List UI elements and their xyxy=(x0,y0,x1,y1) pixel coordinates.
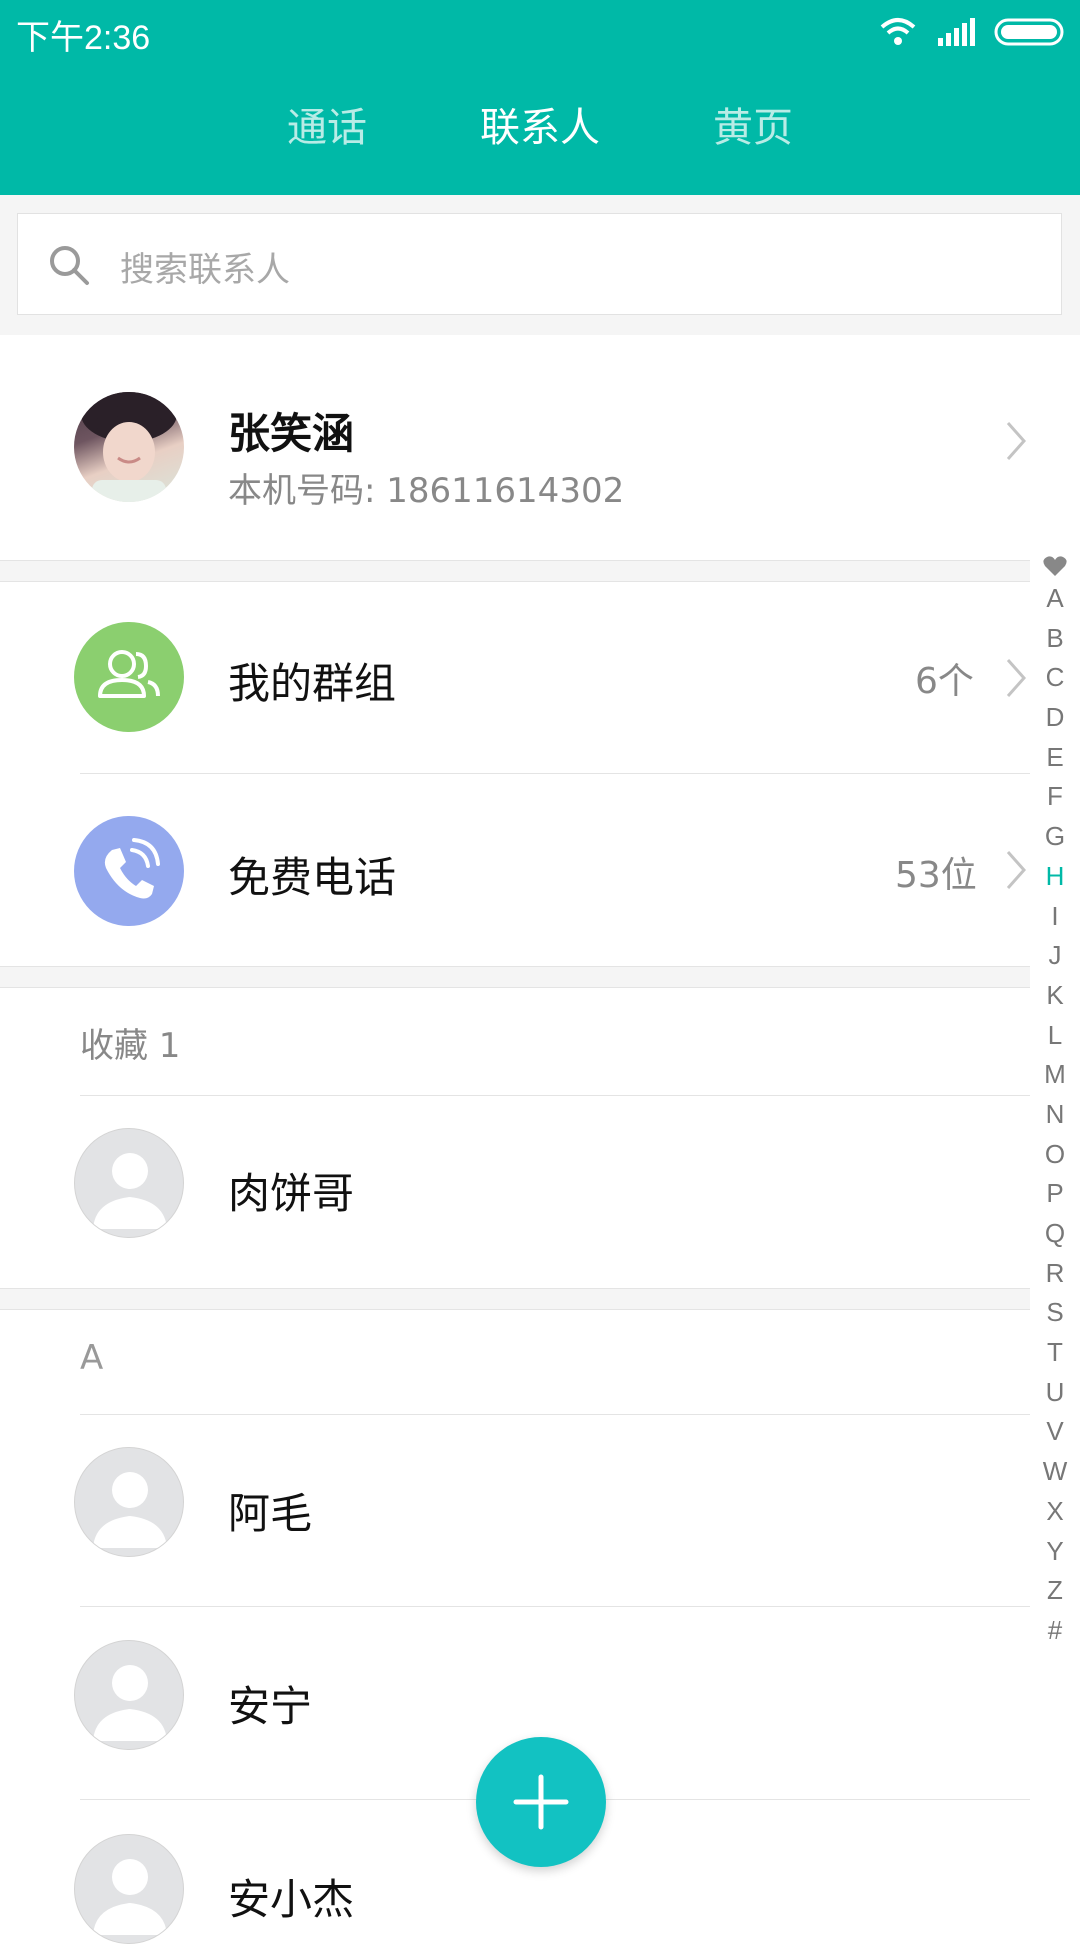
index-letter[interactable]: Q xyxy=(1030,1214,1080,1254)
search-placeholder: 搜索联系人 xyxy=(120,250,290,290)
default-avatar-icon xyxy=(74,1128,184,1238)
battery-icon xyxy=(994,18,1064,46)
wifi-icon xyxy=(880,18,916,45)
chevron-right-icon xyxy=(1006,851,1027,889)
index-letter[interactable]: D xyxy=(1030,698,1080,738)
index-letter[interactable]: T xyxy=(1030,1333,1080,1373)
index-letter[interactable]: O xyxy=(1030,1135,1080,1175)
my-groups-label: 我的群组 xyxy=(228,659,397,708)
index-letter[interactable]: B xyxy=(1030,619,1080,659)
index-letter[interactable]: K xyxy=(1030,976,1080,1016)
section-a-header: A xyxy=(80,1338,104,1378)
my-name: 张笑涵 xyxy=(228,409,355,458)
contact-row[interactable]: 阿毛 xyxy=(0,1415,1030,1606)
index-letter[interactable]: M xyxy=(1030,1055,1080,1095)
status-time: 下午2:36 xyxy=(16,19,151,57)
index-letter[interactable]: H xyxy=(1030,857,1080,897)
my-number: 本机号码: 18611614302 xyxy=(228,471,625,511)
groups-count: 6个 xyxy=(915,661,974,702)
favorites-section: 收藏 1 肉饼哥 xyxy=(0,988,1030,1288)
index-letter[interactable]: A xyxy=(1030,579,1080,619)
contact-name: 肉饼哥 xyxy=(228,1169,355,1218)
contact-name: 安宁 xyxy=(228,1682,313,1731)
alphabet-index[interactable]: A B C D E F G H I J K L M N O P Q R S T U V W X Y Z # xyxy=(1030,555,1080,1651)
default-avatar-icon xyxy=(74,1834,184,1944)
chevron-right-icon xyxy=(1006,659,1027,697)
tab-bar: 通话 联系人 黄页 xyxy=(0,95,1080,155)
section-separator xyxy=(0,1288,1030,1310)
my-avatar xyxy=(74,392,184,502)
index-letter[interactable]: E xyxy=(1030,738,1080,778)
index-letter[interactable]: U xyxy=(1030,1373,1080,1413)
tab-calls[interactable]: 通话 xyxy=(227,95,427,153)
contact-row[interactable]: 肉饼哥 xyxy=(0,1096,1030,1276)
contact-name: 安小杰 xyxy=(228,1875,355,1924)
contact-name: 阿毛 xyxy=(228,1489,313,1538)
tab-yellow-pages[interactable]: 黄页 xyxy=(653,95,853,153)
group-icon xyxy=(74,622,184,732)
search-area: 搜索联系人 xyxy=(0,195,1080,335)
section-separator xyxy=(0,560,1030,582)
index-letter[interactable]: Y xyxy=(1030,1532,1080,1572)
favorites-header: 收藏 1 xyxy=(80,1026,181,1066)
index-letter[interactable]: N xyxy=(1030,1095,1080,1135)
default-avatar-icon xyxy=(74,1640,184,1750)
chevron-right-icon xyxy=(1006,422,1027,460)
index-letter[interactable]: P xyxy=(1030,1174,1080,1214)
free-calls-label: 免费电话 xyxy=(228,853,397,902)
index-letter[interactable]: Z xyxy=(1030,1571,1080,1611)
phone-icon xyxy=(74,816,184,926)
index-letter[interactable]: R xyxy=(1030,1254,1080,1294)
free-calls-row[interactable]: 免费电话 53位 xyxy=(0,774,1030,966)
index-letter[interactable]: X xyxy=(1030,1492,1080,1532)
index-letter[interactable]: V xyxy=(1030,1412,1080,1452)
index-letter[interactable]: F xyxy=(1030,777,1080,817)
index-letter[interactable]: G xyxy=(1030,817,1080,857)
my-groups-row[interactable]: 我的群组 6个 xyxy=(0,582,1030,774)
index-letter[interactable]: I xyxy=(1030,897,1080,937)
index-letter[interactable]: # xyxy=(1030,1611,1080,1651)
app-header: 下午2:36 通话 联系人 黄页 xyxy=(0,0,1080,195)
plus-icon xyxy=(513,1774,569,1830)
search-input[interactable]: 搜索联系人 xyxy=(17,213,1062,315)
search-icon xyxy=(50,246,89,285)
default-avatar-icon xyxy=(74,1447,184,1557)
status-icons xyxy=(878,14,1066,50)
index-letter[interactable]: C xyxy=(1030,658,1080,698)
index-letter[interactable]: J xyxy=(1030,936,1080,976)
add-contact-button[interactable] xyxy=(476,1737,606,1867)
index-letter[interactable]: W xyxy=(1030,1452,1080,1492)
tab-contacts[interactable]: 联系人 xyxy=(440,95,640,153)
my-profile-row[interactable]: 张笑涵 本机号码: 18611614302 xyxy=(0,335,1030,560)
favorites-heart-icon[interactable] xyxy=(1030,555,1080,579)
index-letter[interactable]: S xyxy=(1030,1293,1080,1333)
signal-icon xyxy=(938,18,975,46)
section-separator xyxy=(0,966,1030,988)
index-letter[interactable]: L xyxy=(1030,1016,1080,1056)
free-calls-count: 53位 xyxy=(895,855,977,896)
